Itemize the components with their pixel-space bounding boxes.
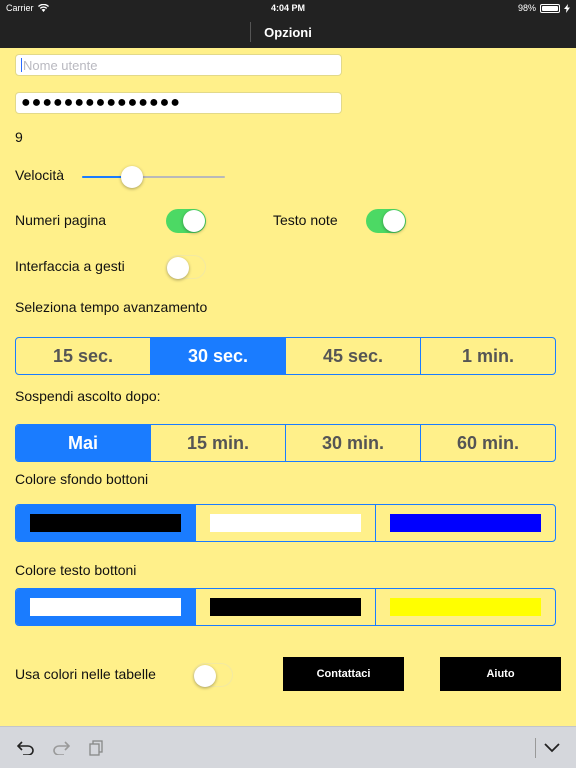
suspend-after-control: Mai 15 min. 30 min. 60 min. [15,424,556,462]
chevron-down-icon[interactable] [542,739,562,757]
advance-option-15s[interactable]: 15 sec. [16,338,150,374]
text-cursor [21,58,22,72]
bg-color-option-3[interactable] [375,505,555,541]
suspend-option-15m[interactable]: 15 min. [150,425,285,461]
charging-icon [564,3,570,13]
notes-text-toggle[interactable] [366,209,406,233]
speed-slider[interactable] [82,166,225,188]
contact-button[interactable]: Contattaci [283,657,404,691]
advance-time-control: 15 sec. 30 sec. 45 sec. 1 min. [15,337,556,375]
color-swatch [30,598,181,616]
color-swatch [390,514,541,532]
page-numbers-toggle[interactable] [166,209,206,233]
password-dots: ●●●●●●●●●●●●●●● [21,94,181,111]
help-button[interactable]: Aiuto [440,657,561,691]
table-colors-toggle[interactable] [193,663,233,687]
color-swatch [390,598,541,616]
suspend-option-60m[interactable]: 60 min. [420,425,555,461]
battery-info: 98% [518,3,570,13]
advance-option-45s[interactable]: 45 sec. [285,338,420,374]
battery-percent: 98% [517,3,536,13]
toggle-knob [167,257,189,279]
undo-icon[interactable] [16,739,36,757]
battery-icon [540,3,560,13]
copy-icon[interactable] [86,739,106,757]
gesture-ui-toggle[interactable] [166,255,206,279]
page-title: Opzioni [264,25,312,40]
button-text-color-control [15,588,556,626]
bottom-toolbar [0,726,576,768]
suspend-option-never[interactable]: Mai [16,425,150,461]
advance-option-1m[interactable]: 1 min. [420,338,555,374]
username-input[interactable] [23,57,336,73]
toggle-knob [383,210,405,232]
button-bg-color-label: Colore sfondo bottoni [15,471,149,487]
status-time: 4:04 PM [270,3,305,13]
button-text-color-label: Colore testo bottoni [15,562,137,578]
toolbar-separator [535,738,536,758]
notes-text-label: Testo note [273,212,338,228]
toggle-knob [194,665,216,687]
slider-thumb[interactable] [121,166,144,188]
text-color-option-1[interactable] [16,589,195,625]
redo-icon[interactable] [51,739,71,757]
gesture-ui-label: Interfaccia a gesti [15,258,125,274]
speed-label: Velocità [15,167,65,183]
color-swatch [210,598,361,616]
bg-color-option-2[interactable] [195,505,375,541]
number-value: 9 [15,129,23,145]
status-bar: Carrier 4:04 PM 98% [0,0,576,16]
password-field[interactable]: ●●●●●●●●●●●●●●● [15,92,342,114]
battery-fill [542,5,558,11]
suspend-option-30m[interactable]: 30 min. [285,425,420,461]
suspend-after-label: Sospendi ascolto dopo: [15,388,161,404]
page-numbers-label: Numeri pagina [15,212,107,228]
color-swatch [210,514,361,532]
text-color-option-2[interactable] [195,589,375,625]
advance-option-30s[interactable]: 30 sec. [150,338,285,374]
navigation-bar: Opzioni [0,16,576,48]
advance-time-label: Seleziona tempo avanzamento [15,299,208,315]
color-swatch [30,514,181,532]
toggle-knob [183,210,205,232]
bg-color-option-1[interactable] [16,505,195,541]
button-bg-color-control [15,504,556,542]
username-field-container [15,54,342,76]
text-color-option-3[interactable] [375,589,555,625]
table-colors-label: Usa colori nelle tabelle [15,666,156,682]
